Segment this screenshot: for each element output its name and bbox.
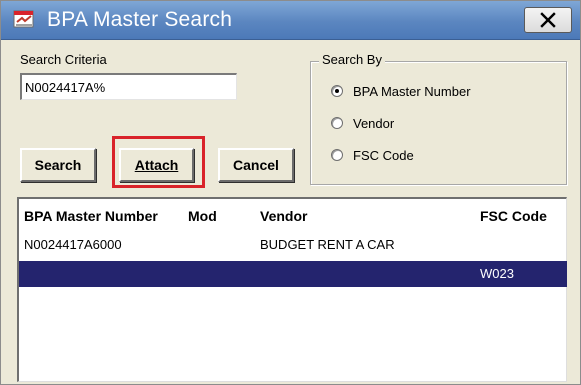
radio-label-bpa-master-number: BPA Master Number — [353, 83, 471, 99]
radio-bpa-master-number[interactable]: BPA Master Number — [331, 82, 471, 100]
cell-vendor: BUDGET RENT A CAR — [260, 237, 395, 252]
column-header-vendor[interactable]: Vendor — [260, 208, 307, 224]
search-by-legend: Search By — [319, 52, 385, 67]
column-header-fsc-code[interactable]: FSC Code — [480, 208, 547, 224]
search-criteria-input[interactable] — [20, 73, 237, 100]
cell-bpa-master-number: N0024417A6000 — [24, 237, 122, 252]
dialog-content: Search Criteria Search By BPA Master Num… — [1, 40, 580, 384]
close-button[interactable] — [524, 7, 572, 33]
search-button[interactable]: Search — [20, 148, 96, 182]
bpa-master-search-dialog: BPA Master Search Search Criteria Search… — [0, 0, 581, 385]
app-icon — [13, 10, 34, 28]
title-bar[interactable]: BPA Master Search — [1, 1, 580, 40]
radio-button[interactable] — [331, 149, 343, 161]
radio-label-fsc-code: FSC Code — [353, 147, 414, 163]
radio-vendor[interactable]: Vendor — [331, 114, 394, 132]
window-title: BPA Master Search — [47, 8, 233, 31]
results-table[interactable]: BPA Master Number Mod Vendor FSC Code N0… — [17, 197, 567, 382]
radio-button[interactable] — [331, 117, 343, 129]
table-row[interactable]: N0024417A6000 BUDGET RENT A CAR — [19, 232, 567, 258]
attach-highlight-box — [112, 136, 205, 188]
column-header-bpa-master-number[interactable]: BPA Master Number — [24, 208, 158, 224]
close-icon — [540, 12, 556, 28]
radio-fsc-code[interactable]: FSC Code — [331, 146, 414, 164]
radio-label-vendor: Vendor — [353, 115, 395, 131]
search-criteria-label: Search Criteria — [20, 52, 107, 67]
radio-button-checked[interactable] — [331, 85, 343, 97]
table-row-selected[interactable]: W023 — [19, 261, 567, 287]
cell-fsc-code: W023 — [480, 266, 514, 281]
cancel-button[interactable]: Cancel — [218, 148, 294, 182]
column-header-mod[interactable]: Mod — [188, 208, 217, 224]
